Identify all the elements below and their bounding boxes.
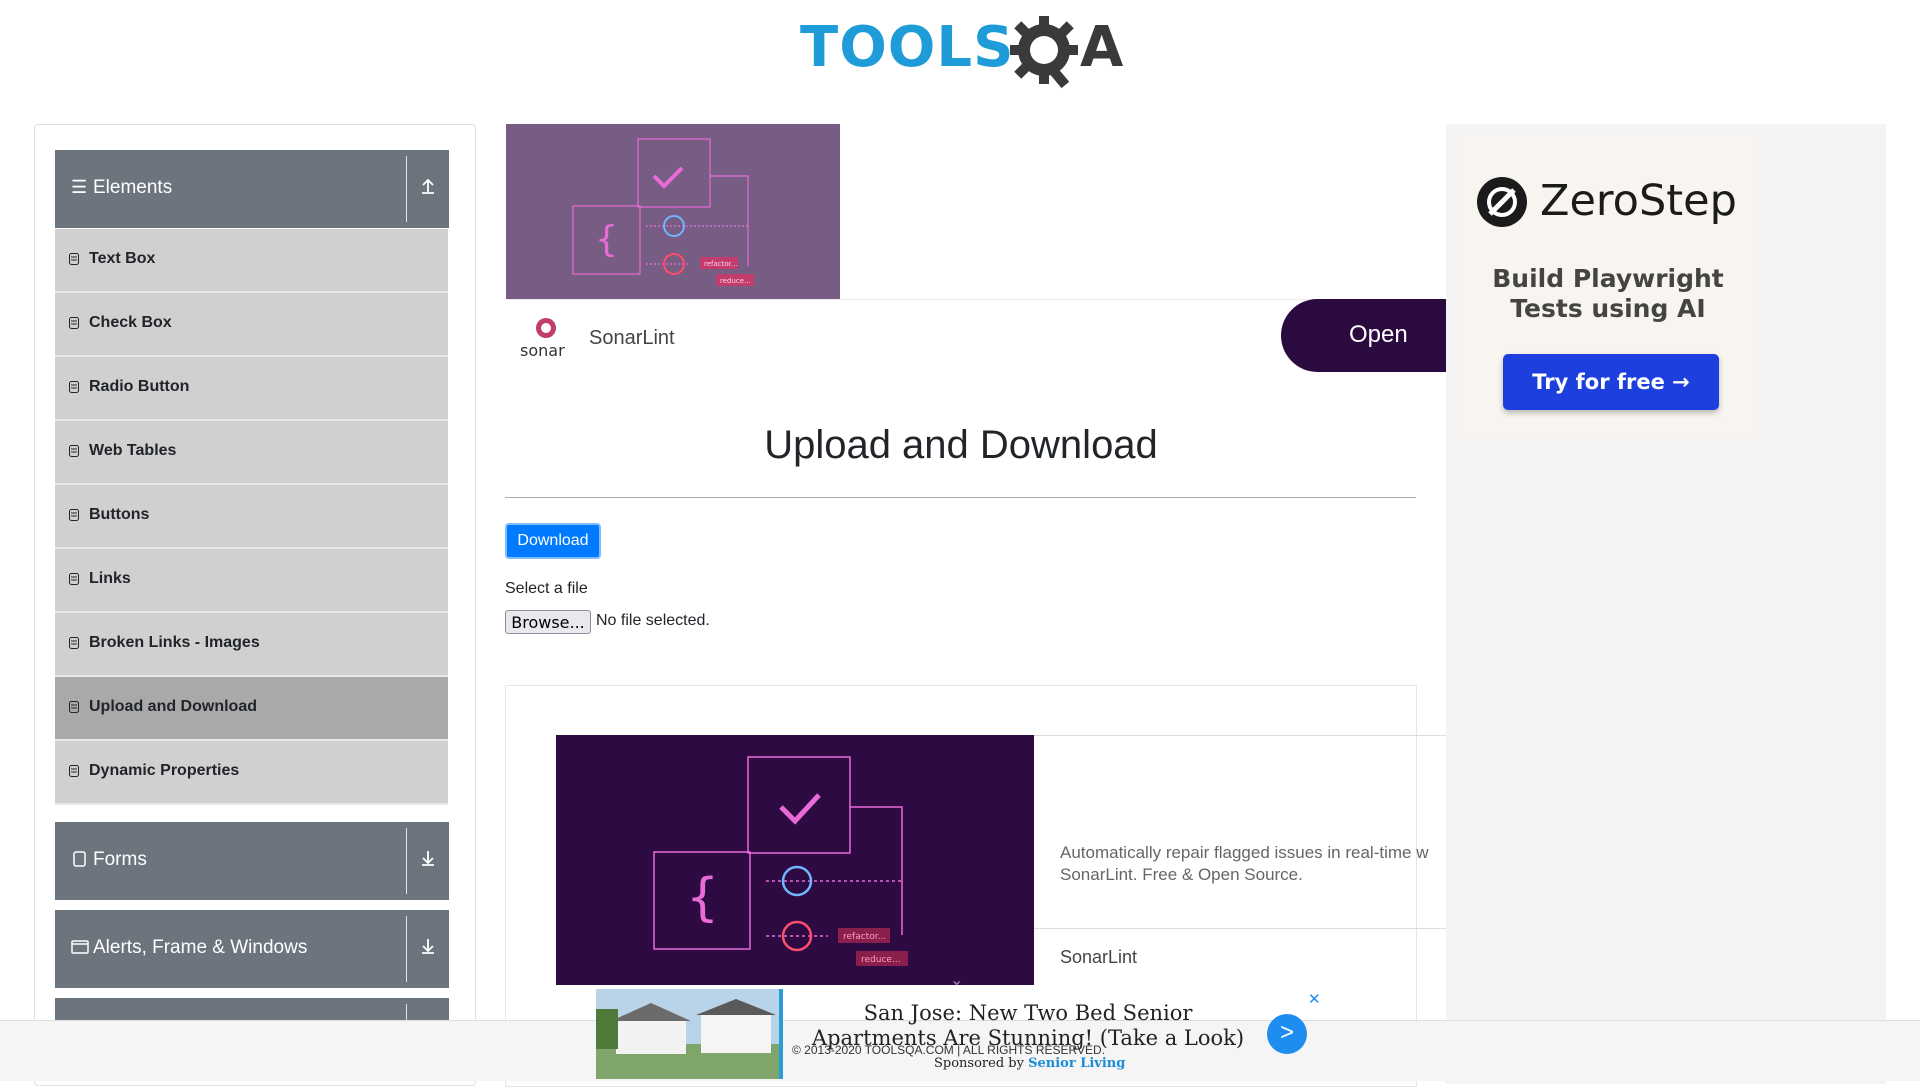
sidebar-item-label: Dynamic Properties [89,762,240,779]
list-item-icon [69,445,79,457]
divider [406,156,407,222]
sidebar-group-forms[interactable]: Forms [55,822,449,900]
sidebar-item-label: Check Box [89,314,172,331]
zerostep-tagline-1: Build Playwright [1492,264,1724,293]
svg-text:{: { [686,868,719,928]
ad-mid-divider [1034,928,1446,929]
sidebar-item-web-tables[interactable]: Web Tables [55,421,448,485]
list-item-icon [69,253,79,265]
sidebar-item-label: Broken Links - Images [89,634,260,651]
window-icon [71,940,89,954]
sonar-brand-text: sonar [520,341,565,360]
page-title: Upload and Download [764,423,1158,467]
sticky-ad-sponsor-line: Sponsored by Senior Living [934,1056,1125,1071]
sponsored-prefix: Sponsored by [934,1056,1029,1071]
ad-banner-image[interactable]: { refactor... reduce... [506,124,840,299]
select-file-label: Select a file [505,580,588,597]
sidebar-group-label: Elements [93,177,173,198]
list-item-icon [69,765,79,777]
sidebar-item-label: Web Tables [89,442,177,459]
arrow-up-icon[interactable] [415,176,441,202]
sidebar-group-label: Alerts, Frame & Windows [93,937,308,958]
ad-open-label: Open [1349,321,1408,348]
sidebar-item-label: Links [89,570,131,587]
sidebar-item-radio-button[interactable]: Radio Button [55,357,448,421]
sidebar-item-label: Text Box [89,250,156,267]
logo-text-a: A [1080,15,1124,80]
list-item-icon [69,701,79,713]
ad-mid-image[interactable]: { refactor... reduce... [556,735,1034,985]
ad-mid-description-line1: Automatically repair flagged issues in r… [1060,843,1429,862]
try-for-free-button[interactable]: Try for free → [1503,354,1719,410]
sidebar-item-upload-download[interactable]: Upload and Download [55,677,448,741]
sticky-ad-go-button[interactable]: > [1267,1014,1307,1054]
close-icon[interactable]: ✕ [1308,990,1321,1008]
list-item-icon [69,637,79,649]
toolsqa-logo[interactable]: TOOLS A [800,12,1125,92]
illustration-label: refactor... [843,932,886,942]
sidebar-item-label: Radio Button [89,378,190,395]
sidebar-item-label: Buttons [89,506,150,523]
list-item-icon [69,573,79,585]
zerostep-ad-card[interactable]: ZeroStep Build Playwright Tests using AI… [1458,136,1758,438]
gear-q-icon [1010,16,1078,89]
sticky-ad-image[interactable] [596,989,783,1079]
ad-mid-name: SonarLint [1060,947,1138,967]
svg-text:{: { [595,219,618,260]
sidebar-item-buttons[interactable]: Buttons [55,485,448,549]
zerostep-logo-icon [1477,177,1527,227]
divider [406,828,407,894]
divider [406,916,407,982]
footer-copyright: © 2013-2020 TOOLSQA.COM | ALL RIGHTS RES… [792,1043,1105,1057]
sidebar-group-alerts[interactable]: Alerts, Frame & Windows [55,910,449,988]
title-divider [505,497,1416,498]
sidebar: ☰ Elements Text Box Check Box Radio Butt… [34,124,476,1086]
document-icon [73,851,86,867]
list-item-icon [69,381,79,393]
sonarlint-illustration: { refactor... reduce... [572,138,754,286]
download-button[interactable]: Download [505,523,601,559]
hamburger-icon: ☰ [71,177,88,197]
sidebar-group-elements[interactable]: ☰ Elements [55,150,449,228]
sidebar-item-check-box[interactable]: Check Box [55,293,448,357]
ad-mid-description: Automatically repair flagged issues in r… [1060,842,1460,886]
illustration-label: refactor... [704,260,738,268]
list-item-icon [69,509,79,521]
sidebar-item-links[interactable]: Links [55,549,448,613]
sonar-logo-icon: sonar [520,318,565,360]
no-file-selected-text: No file selected. [596,612,710,629]
sidebar-group-label: Forms [93,849,147,870]
zerostep-brand: ZeroStep [1540,176,1737,226]
ad-mid-description-line2: SonarLint. Free & Open Source. [1060,865,1303,884]
sponsor-link[interactable]: Senior Living [1028,1056,1125,1071]
browse-button[interactable]: Browse... [505,610,591,634]
list-item-icon [69,317,79,329]
chevron-down-icon[interactable]: ⌄ [950,970,963,990]
zerostep-tagline-2: Tests using AI [1510,294,1706,323]
ad-open-button[interactable]: Open [1281,299,1451,372]
apartments-photo [596,989,779,1079]
sonarlint-illustration: { refactor... reduce... [653,756,908,966]
sidebar-item-label: Upload and Download [89,698,257,715]
sidebar-item-broken-links[interactable]: Broken Links - Images [55,613,448,677]
arrow-down-icon[interactable] [415,848,441,874]
sidebar-item-dynamic-properties[interactable]: Dynamic Properties [55,741,448,805]
logo-text-tools: TOOLS [800,15,1015,80]
arrow-down-icon[interactable] [415,936,441,962]
illustration-label: reduce... [861,955,901,965]
ad-top-name: SonarLint [589,327,675,349]
sidebar-item-text-box[interactable]: Text Box [55,229,448,293]
illustration-label: reduce... [720,277,751,285]
